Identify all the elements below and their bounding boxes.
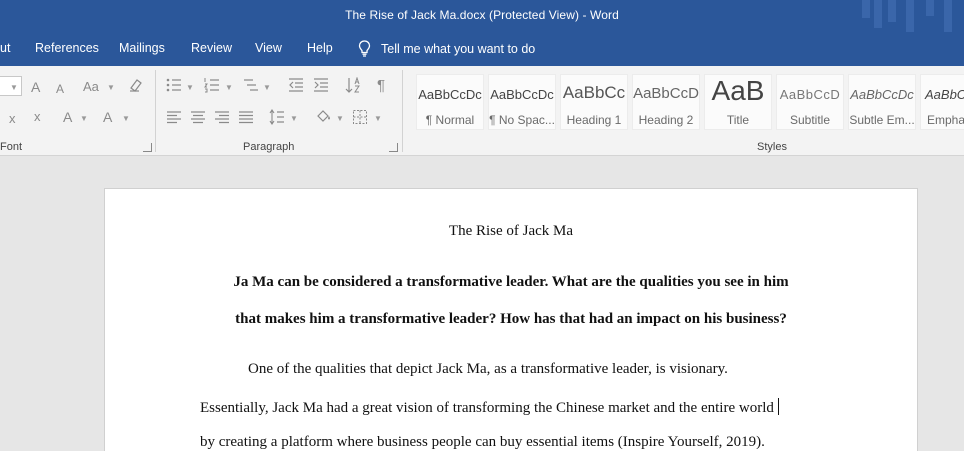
chevron-down-icon: ▼	[122, 114, 130, 123]
style-name: Heading 2	[638, 113, 694, 127]
titlebar-decoration	[906, 0, 914, 32]
numbering-icon[interactable]	[204, 77, 220, 93]
style-name: ¶ No Spac...	[489, 113, 555, 127]
body-line-2: Essentially, Jack Ma had a great vision …	[200, 398, 779, 417]
style-name: Subtle Em...	[849, 113, 915, 127]
question-line-1: Ja Ma can be considered a transformative…	[233, 274, 789, 290]
decrease-indent-icon[interactable]	[288, 77, 304, 93]
style-name: Empha	[927, 113, 964, 127]
body-line-3: by creating a platform where business pe…	[200, 434, 765, 450]
tell-me-box[interactable]: Tell me what you want to do	[358, 40, 535, 57]
style-sample: AaBbCcDc	[850, 87, 914, 102]
group-label-paragraph: Paragraph	[243, 141, 295, 153]
style-sample: AaBbCcDc	[418, 87, 482, 102]
style-title[interactable]: AaB Title	[704, 74, 772, 130]
ribbon: ▼ A A Aa ▼ x x A ▼ A ▼ Font ▼ ▼ ▼ ¶ ▼ ▼ …	[0, 66, 964, 156]
style-heading-2[interactable]: AaBbCcD Heading 2	[632, 74, 700, 130]
style-subtle-emphasis[interactable]: AaBbCcDc Subtle Em...	[848, 74, 916, 130]
ribbon-tabs: ut References Mailings Review View Help …	[0, 32, 964, 66]
tab-mailings[interactable]: Mailings	[119, 41, 165, 55]
window-title: The Rise of Jack Ma.docx (Protected View…	[345, 8, 619, 22]
titlebar-decoration	[888, 0, 896, 22]
font-dialog-launcher[interactable]	[143, 143, 152, 152]
tab-view[interactable]: View	[255, 41, 282, 55]
chevron-down-icon: ▼	[186, 83, 194, 92]
style-name: Heading 1	[566, 113, 622, 127]
line-spacing-icon[interactable]	[269, 109, 285, 125]
font-color-button[interactable]: A	[103, 109, 112, 125]
chevron-down-icon: ▼	[336, 114, 344, 123]
tab-help[interactable]: Help	[307, 41, 333, 55]
style-subtitle[interactable]: AaBbCcD Subtitle	[776, 74, 844, 130]
titlebar-decoration	[874, 0, 882, 28]
align-center-icon[interactable]	[190, 109, 206, 125]
style-sample: AaBbCc	[562, 83, 626, 102]
group-label-styles: Styles	[757, 141, 787, 153]
group-separator	[402, 70, 403, 152]
style-name: ¶ Normal	[425, 113, 475, 127]
titlebar-decoration	[926, 0, 934, 16]
style-no-spacing[interactable]: AaBbCcDc ¶ No Spac...	[488, 74, 556, 130]
borders-icon[interactable]	[352, 109, 368, 125]
superscript-button[interactable]: x	[34, 109, 41, 125]
lightbulb-icon	[358, 40, 371, 57]
style-normal[interactable]: AaBbCcDc ¶ Normal	[416, 74, 484, 130]
group-separator	[155, 70, 156, 152]
chevron-down-icon: ▼	[374, 114, 382, 123]
clear-formatting-icon[interactable]	[128, 77, 144, 93]
chevron-down-icon: ▼	[80, 114, 88, 123]
paragraph-dialog-launcher[interactable]	[389, 143, 398, 152]
sort-icon[interactable]	[345, 77, 361, 93]
tab-layout[interactable]: ut	[0, 41, 10, 55]
body-line-1: One of the qualities that depict Jack Ma…	[248, 361, 728, 377]
subscript-button[interactable]: x	[9, 111, 16, 127]
multilevel-list-icon[interactable]	[243, 77, 259, 93]
document-page[interactable]: The Rise of Jack Ma Ja Ma can be conside…	[104, 188, 918, 451]
style-sample: AaBbCcD	[633, 85, 699, 102]
titlebar-decoration	[944, 0, 952, 32]
tab-review[interactable]: Review	[191, 41, 232, 55]
question-line-2: that makes him a transformative leader? …	[235, 311, 787, 327]
text-effects-button[interactable]: A	[63, 109, 72, 125]
shading-icon[interactable]	[315, 109, 331, 125]
style-sample: AaBbCcDc	[490, 87, 554, 102]
style-name: Title	[726, 113, 750, 127]
change-case-button[interactable]: Aa	[83, 79, 99, 95]
style-name: Subtitle	[789, 113, 831, 127]
tab-references[interactable]: References	[35, 41, 99, 55]
text-cursor	[777, 398, 779, 415]
chevron-down-icon: ▼	[107, 83, 115, 92]
align-right-icon[interactable]	[214, 109, 230, 125]
title-bar: The Rise of Jack Ma.docx (Protected View…	[0, 0, 964, 32]
style-heading-1[interactable]: AaBbCc Heading 1	[560, 74, 628, 130]
grow-font-button[interactable]: A	[31, 79, 40, 95]
group-label-font: Font	[0, 141, 23, 153]
style-sample: AaBbCcD	[779, 87, 841, 102]
titlebar-decoration	[862, 0, 870, 18]
bullets-icon[interactable]	[166, 77, 182, 93]
tell-me-text: Tell me what you want to do	[381, 41, 536, 56]
font-size-dropdown[interactable]: ▼	[0, 76, 22, 96]
shrink-font-button[interactable]: A	[56, 81, 64, 97]
body-line-2-text: Essentially, Jack Ma had a great vision …	[200, 400, 774, 416]
show-marks-button[interactable]: ¶	[377, 78, 385, 94]
style-sample: AaBbCcDc	[925, 87, 964, 102]
align-left-icon[interactable]	[166, 109, 182, 125]
chevron-down-icon: ▼	[290, 114, 298, 123]
chevron-down-icon: ▼	[225, 83, 233, 92]
increase-indent-icon[interactable]	[313, 77, 329, 93]
style-sample: AaB	[711, 75, 765, 106]
justify-icon[interactable]	[238, 109, 254, 125]
styles-gallery: AaBbCcDc ¶ Normal AaBbCcDc ¶ No Spac... …	[411, 70, 964, 132]
document-title: The Rise of Jack Ma	[448, 223, 574, 239]
chevron-down-icon: ▼	[263, 83, 271, 92]
style-emphasis[interactable]: AaBbCcDc Empha	[920, 74, 964, 130]
